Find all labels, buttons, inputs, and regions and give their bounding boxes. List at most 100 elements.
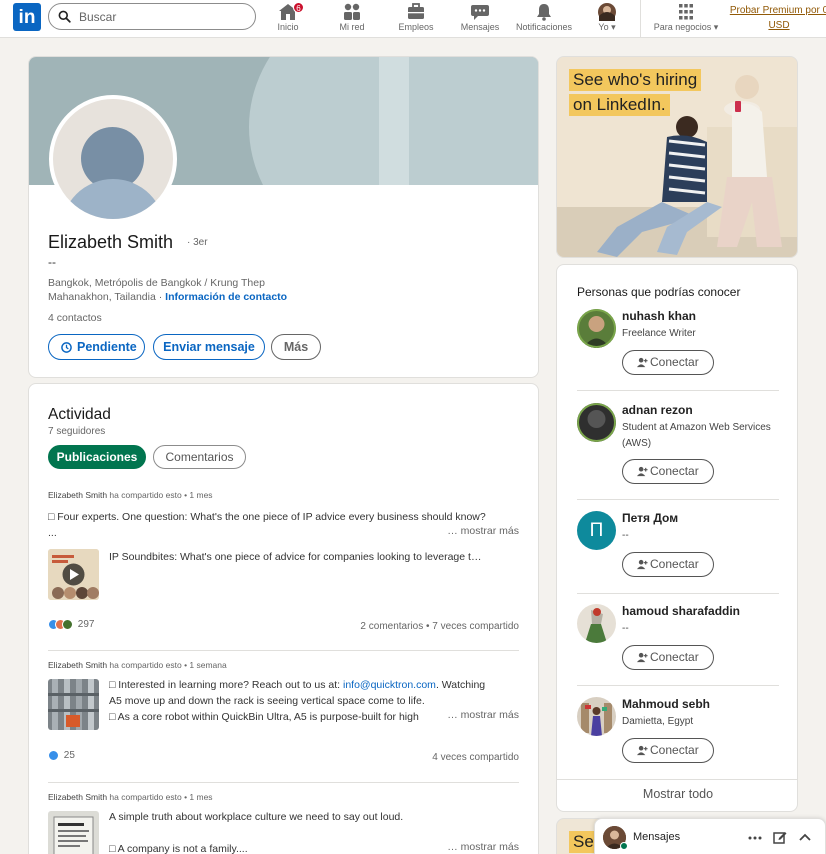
connect-button[interactable]: Conectar	[622, 552, 714, 577]
person-divider	[577, 390, 779, 391]
post-meta: Elizabeth Smith ha compartido esto • 1 m…	[48, 490, 213, 500]
person-avatar[interactable]	[577, 309, 616, 348]
send-message-button[interactable]: Enviar mensaje	[153, 334, 265, 360]
premium-line-2: USD	[768, 20, 790, 31]
connect-button[interactable]: Conectar	[622, 645, 714, 670]
add-person-icon	[637, 357, 648, 368]
person-avatar[interactable]	[577, 403, 616, 442]
video-thumbnail[interactable]	[48, 549, 99, 600]
pending-label: Pendiente	[77, 340, 137, 354]
messaging-icon	[469, 2, 491, 22]
pymk-title: Personas que podrías conocer	[577, 285, 741, 299]
suggested-person[interactable]: hamoud sharafaddin -- Conectar	[577, 604, 779, 674]
show-all-button[interactable]: Mostrar todo	[557, 787, 797, 801]
linkedin-logo[interactable]: in	[13, 3, 41, 31]
post-image[interactable]	[48, 679, 99, 730]
pending-button[interactable]: Pendiente	[48, 334, 145, 360]
show-more-link[interactable]: … mostrar más	[443, 841, 519, 853]
ad-headline-1: See who's hiring	[569, 69, 702, 91]
reactions[interactable]: 25	[48, 750, 75, 761]
person-avatar[interactable]	[577, 604, 616, 643]
person-divider	[577, 685, 779, 686]
person-avatar-initial[interactable]: П	[577, 511, 616, 550]
post-text: □ Four experts. One question: What's the…	[48, 511, 486, 523]
activity-title: Actividad	[48, 406, 111, 423]
clock-icon	[61, 342, 72, 353]
nav-for-business[interactable]: Para negocios ▾	[648, 0, 724, 38]
grid-icon	[675, 2, 697, 22]
nav-label: Inicio	[277, 22, 299, 32]
nav-messaging[interactable]: Mensajes	[458, 0, 502, 38]
nav-label: Notificaciones	[515, 22, 573, 32]
suggested-person[interactable]: Mahmoud sebh Damietta, Egypt Conectar	[577, 697, 779, 767]
connect-button[interactable]: Conectar	[622, 350, 714, 375]
messaging-overlay[interactable]: Mensajes	[594, 818, 826, 854]
profile-location: Bangkok, Metrópolis de Bangkok / Krung T…	[48, 276, 318, 304]
nav-home[interactable]: 6 Inicio	[268, 0, 308, 38]
more-options-icon[interactable]	[747, 829, 763, 845]
search-input[interactable]	[79, 8, 249, 26]
suggested-person[interactable]: П Петя Дом -- Conectar	[577, 511, 779, 581]
nav-label: Yo ▾	[598, 22, 616, 32]
activity-post[interactable]: Elizabeth Smith ha compartido esto • 1 m…	[48, 490, 519, 632]
profile-card: Elizabeth Smith · 3er -- Bangkok, Metróp…	[28, 56, 539, 378]
person-headline: Damietta, Egypt	[622, 716, 694, 727]
person-name[interactable]: hamoud sharafaddin	[622, 604, 740, 618]
show-all-divider	[557, 779, 797, 780]
location-separator: ·	[155, 291, 166, 303]
person-name[interactable]: adnan rezon	[622, 403, 693, 417]
activity-post[interactable]: Elizabeth Smith ha compartido esto • 1 m…	[48, 792, 519, 854]
suggested-person[interactable]: nuhash khan Freelance Writer Conectar	[577, 309, 779, 389]
connect-label: Conectar	[650, 743, 699, 757]
tab-posts[interactable]: Publicaciones	[48, 445, 146, 469]
connect-button[interactable]: Conectar	[622, 459, 714, 484]
nav-me[interactable]: Yo ▾	[590, 0, 624, 38]
hiring-ad[interactable]: See who's hiring on LinkedIn.	[556, 56, 798, 258]
person-headline: Student at Amazon Web Services (AWS)	[622, 422, 771, 449]
bell-icon	[533, 2, 555, 22]
post-meta: Elizabeth Smith ha compartido esto • 1 s…	[48, 660, 227, 670]
person-avatar[interactable]	[577, 697, 616, 736]
me-avatar-icon	[596, 2, 618, 22]
post-text: □ As a core robot within QuickBin Ultra,…	[109, 711, 419, 723]
connect-label: Conectar	[650, 355, 699, 369]
profile-avatar[interactable]	[49, 95, 177, 223]
person-name[interactable]: nuhash khan	[622, 309, 696, 323]
post-image[interactable]	[48, 811, 99, 854]
more-button[interactable]: Más	[271, 334, 321, 360]
search-box[interactable]	[48, 3, 256, 30]
nav-my-network[interactable]: Mi red	[332, 0, 372, 38]
connection-degree: · 3er	[187, 237, 208, 248]
contact-info-link[interactable]: Información de contacto	[165, 291, 287, 303]
premium-link[interactable]: Probar Premium por 0 USD	[729, 3, 826, 33]
person-name[interactable]: Петя Дом	[622, 511, 678, 525]
connect-label: Conectar	[650, 464, 699, 478]
compose-icon[interactable]	[772, 829, 788, 845]
post-meta: Elizabeth Smith ha compartido esto • 1 m…	[48, 792, 213, 802]
chevron-up-icon[interactable]	[797, 829, 813, 845]
suggested-person[interactable]: adnan rezon Student at Amazon Web Servic…	[577, 403, 779, 493]
person-headline: --	[622, 623, 629, 634]
post-divider	[48, 650, 519, 651]
show-more-link[interactable]: … mostrar más	[443, 525, 519, 537]
email-link[interactable]: info@quicktron.com	[343, 679, 436, 691]
shared-link-title[interactable]: IP Soundbites: What's one piece of advic…	[109, 549, 519, 565]
nav-notifications[interactable]: Notificaciones	[512, 0, 576, 38]
reaction-count: 297	[77, 619, 95, 631]
connect-button[interactable]: Conectar	[622, 738, 714, 763]
connect-label: Conectar	[650, 557, 699, 571]
activity-post[interactable]: Elizabeth Smith ha compartido esto • 1 s…	[48, 660, 519, 770]
add-person-icon	[637, 652, 648, 663]
tab-comments[interactable]: Comentarios	[153, 445, 246, 469]
post-stats[interactable]: 4 veces compartido	[432, 752, 519, 763]
followers-count: 7 seguidores	[48, 426, 106, 437]
reactions[interactable]: 297	[48, 619, 94, 630]
person-divider	[577, 593, 779, 594]
person-name[interactable]: Mahmoud sebh	[622, 697, 710, 711]
show-more-link[interactable]: … mostrar más	[443, 709, 519, 721]
post-stats[interactable]: 2 comentarios • 7 veces compartido	[360, 621, 519, 632]
messaging-label[interactable]: Mensajes	[633, 831, 680, 843]
network-icon	[341, 2, 363, 22]
post-author: Elizabeth Smith	[48, 490, 108, 500]
nav-jobs[interactable]: Empleos	[394, 0, 438, 38]
